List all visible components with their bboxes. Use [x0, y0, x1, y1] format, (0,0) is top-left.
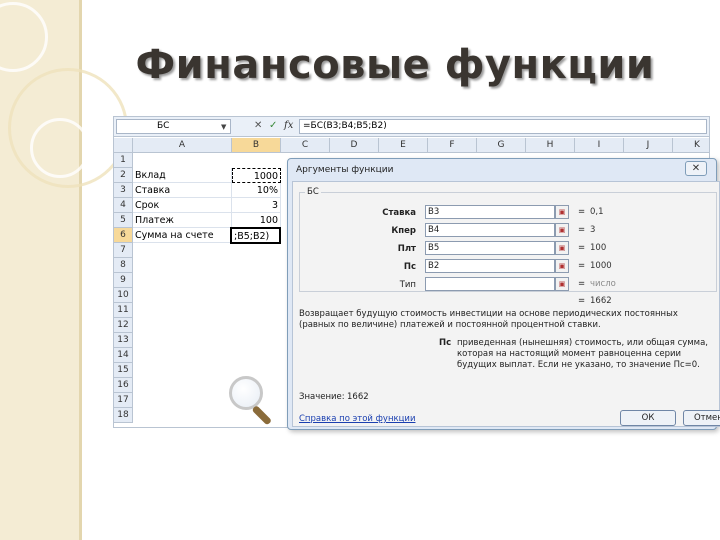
row-header-14[interactable]: 14 — [114, 348, 133, 363]
arg-input-nper[interactable]: B4 — [425, 223, 555, 237]
equals-sign: = — [578, 243, 586, 253]
cell-b6-active[interactable]: ;B5;B2) — [230, 227, 281, 244]
row-header-5[interactable]: 5 — [114, 213, 133, 228]
row-header-7[interactable]: 7 — [114, 243, 133, 258]
arg-label-pmt: Плт — [397, 244, 416, 254]
cancel-button[interactable]: Отмена — [683, 410, 720, 426]
row-header-10[interactable]: 10 — [114, 288, 133, 303]
row-header-15[interactable]: 15 — [114, 363, 133, 378]
collapse-dialog-icon[interactable]: ▣ — [555, 223, 569, 237]
dialog-title: Аргументы функции — [296, 165, 394, 175]
cell-b2[interactable]: 1000 — [232, 168, 281, 183]
cell-b3[interactable]: 10% — [232, 183, 281, 198]
formula-bar: БС ▼ ✕ ✓ fx =БС(B3;B4;B5;B2) — [114, 117, 709, 137]
param-name: Пс — [439, 338, 452, 348]
cell-b4[interactable]: 3 — [232, 198, 281, 213]
arg-input-pmt[interactable]: B5 — [425, 241, 555, 255]
column-header-g[interactable]: G — [477, 138, 526, 153]
cell-a2[interactable]: Вклад — [133, 168, 232, 183]
arg-input-pv[interactable]: B2 — [425, 259, 555, 273]
column-header-i[interactable]: I — [575, 138, 624, 153]
arg-label-type: Тип — [399, 280, 416, 290]
equals-sign: = — [578, 261, 586, 271]
column-header-a[interactable]: A — [133, 138, 232, 153]
formula-input[interactable]: =БС(B3;B4;B5;B2) — [299, 119, 707, 134]
cell-a6[interactable]: Сумма на счете — [133, 228, 232, 243]
row-header-11[interactable]: 11 — [114, 303, 133, 318]
arg-label-rate: Ставка — [382, 208, 416, 218]
column-header-b[interactable]: B — [232, 138, 281, 153]
insert-function-icon[interactable]: fx — [284, 120, 293, 132]
row-header-13[interactable]: 13 — [114, 333, 133, 348]
arg-label-pv: Пс — [403, 262, 416, 272]
equals-sign: = — [578, 207, 586, 217]
row-header-6[interactable]: 6 — [114, 228, 133, 243]
collapse-dialog-icon[interactable]: ▣ — [555, 259, 569, 273]
arg-label-nper: Кпер — [391, 226, 416, 236]
column-header-h[interactable]: H — [526, 138, 575, 153]
equals-sign: = — [578, 225, 586, 235]
chevron-down-icon[interactable]: ▼ — [221, 123, 226, 131]
row-header-9[interactable]: 9 — [114, 273, 133, 288]
enter-formula-icon[interactable]: ✓ — [269, 120, 277, 132]
help-link[interactable]: Справка по этой функции — [299, 414, 415, 424]
param-description: приведенная (нынешняя) стоимость, или об… — [457, 338, 709, 370]
magnifier-icon — [229, 376, 263, 410]
row-header-4[interactable]: 4 — [114, 198, 133, 213]
arg-input-type[interactable] — [425, 277, 555, 291]
cell-a5[interactable]: Платеж — [133, 213, 232, 228]
slide-title: Финансовые функции — [135, 42, 655, 88]
row-header-8[interactable]: 8 — [114, 258, 133, 273]
close-button[interactable]: ✕ — [685, 161, 707, 176]
slide-decor-ring — [30, 118, 90, 178]
value-label: Значение: — [299, 392, 345, 402]
collapse-dialog-icon[interactable]: ▣ — [555, 205, 569, 219]
row-header-12[interactable]: 12 — [114, 318, 133, 333]
collapse-dialog-icon[interactable]: ▣ — [555, 277, 569, 291]
column-header-k[interactable]: K — [673, 138, 709, 153]
row-header-3[interactable]: 3 — [114, 183, 133, 198]
row-header-16[interactable]: 16 — [114, 378, 133, 393]
arg-result-pmt: 100 — [590, 243, 607, 253]
value-result: 1662 — [347, 392, 369, 402]
row-header-2[interactable]: 2 — [114, 168, 133, 183]
equals-sign: = — [578, 296, 586, 306]
ok-button[interactable]: ОК — [620, 410, 676, 426]
formula-total: 1662 — [590, 296, 612, 306]
cancel-formula-icon[interactable]: ✕ — [254, 120, 262, 132]
row-header-17[interactable]: 17 — [114, 393, 133, 408]
select-all-corner[interactable] — [114, 138, 133, 153]
dialog-body: БС Ставка B3 ▣ = 0,1 Кпер B4 ▣ = 3 Плт B… — [292, 181, 720, 427]
arg-result-type: число — [590, 279, 616, 289]
function-name: БС — [305, 187, 321, 197]
cell-b5[interactable]: 100 — [232, 213, 281, 228]
row-header-1[interactable]: 1 — [114, 153, 133, 168]
column-header-c[interactable]: C — [281, 138, 330, 153]
cell-a4[interactable]: Срок — [133, 198, 232, 213]
cell-a3[interactable]: Ставка — [133, 183, 232, 198]
column-header-f[interactable]: F — [428, 138, 477, 153]
arg-input-rate[interactable]: B3 — [425, 205, 555, 219]
equals-sign: = — [578, 279, 586, 289]
row-header-18[interactable]: 18 — [114, 408, 133, 423]
arg-result-nper: 3 — [590, 225, 596, 235]
collapse-dialog-icon[interactable]: ▣ — [555, 241, 569, 255]
function-arguments-dialog: Аргументы функции ✕ БС Ставка B3 ▣ = 0,1… — [287, 158, 720, 430]
column-header-e[interactable]: E — [379, 138, 428, 153]
arg-result-rate: 0,1 — [590, 207, 604, 217]
column-header-j[interactable]: J — [624, 138, 673, 153]
function-description: Возвращает будущую стоимость инвестиции … — [299, 309, 678, 330]
arg-result-pv: 1000 — [590, 261, 612, 271]
name-box[interactable]: БС — [116, 119, 231, 134]
column-header-d[interactable]: D — [330, 138, 379, 153]
